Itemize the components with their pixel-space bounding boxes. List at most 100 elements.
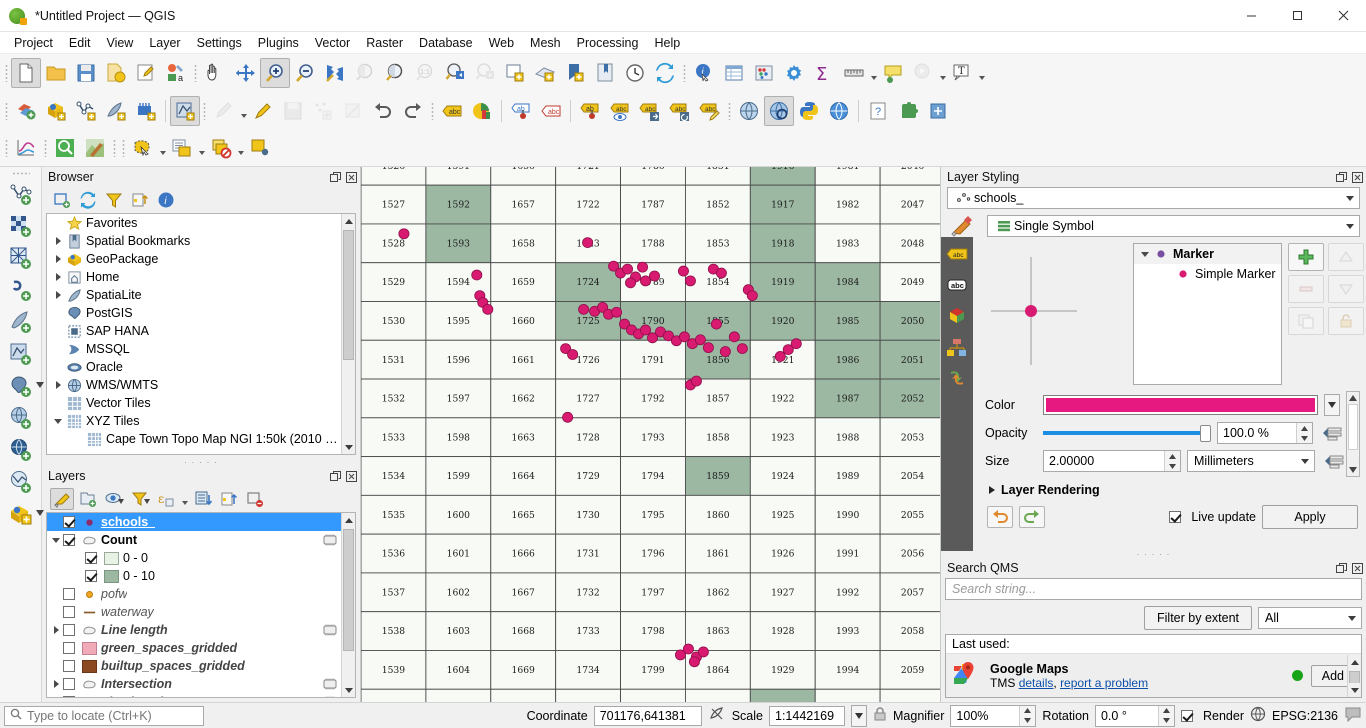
layer-visibility-checkbox[interactable] (63, 678, 75, 690)
measure-dropdown-caret[interactable] (869, 58, 878, 88)
rotation-spinbox[interactable]: 0.0 ° (1094, 704, 1175, 727)
layer-item-pofw[interactable]: pofw (47, 585, 341, 603)
scale-dropdown[interactable] (851, 704, 867, 727)
scroll-down-icon-2[interactable] (342, 683, 355, 697)
chevron-down-icon-2[interactable] (35, 505, 44, 519)
add-symbol-layer-icon[interactable] (1288, 243, 1324, 271)
menu-raster[interactable]: Raster (358, 34, 411, 52)
layer-item-line-length[interactable]: Line length (47, 621, 341, 639)
menu-edit[interactable]: Edit (61, 34, 99, 52)
add-delimited-text-layer-icon[interactable] (5, 274, 37, 306)
menu-vector[interactable]: Vector (307, 34, 358, 52)
statistical-summary-button[interactable]: Σ (809, 58, 839, 88)
live-update-box[interactable] (1169, 511, 1182, 523)
layer-item-count[interactable]: Count (47, 531, 341, 549)
zoom-to-layer-button[interactable] (380, 58, 410, 88)
save-project-button[interactable] (71, 58, 101, 88)
layer-visibility-checkbox[interactable] (63, 696, 75, 697)
size-unit-combo[interactable]: Millimeters (1187, 450, 1315, 472)
chevron-down-icon[interactable] (35, 377, 44, 391)
remove-symbol-layer-icon[interactable] (1288, 275, 1324, 303)
vertex-tool-button[interactable] (308, 96, 338, 126)
undock-icon-4[interactable] (1334, 561, 1348, 575)
text-annotation-button[interactable]: T (947, 58, 977, 88)
toolbar-grip-2[interactable] (191, 60, 200, 86)
lock-icon[interactable] (1328, 307, 1364, 335)
redo-button[interactable] (398, 96, 428, 126)
filter-by-extent-button[interactable]: Filter by extent (1144, 606, 1252, 630)
qms-scope-combo[interactable]: All (1258, 607, 1362, 629)
layer-visibility-checkbox[interactable] (63, 624, 75, 636)
select-by-value-button[interactable] (167, 133, 197, 163)
scroll-down-icon[interactable] (342, 440, 355, 454)
symbol-tree-row[interactable]: Simple Marker (1134, 264, 1281, 284)
select-location-button[interactable] (245, 133, 275, 163)
render-box[interactable] (1180, 709, 1193, 722)
properties-icon[interactable]: i (154, 189, 178, 211)
symbol-layer-tree[interactable]: Marker Simple Marker (1133, 243, 1282, 385)
toolbar-grip[interactable] (2, 60, 11, 86)
close-icon-2[interactable] (344, 469, 358, 483)
toolbar-grip-5[interactable] (200, 98, 209, 124)
layer-item-waterway[interactable]: waterway (47, 603, 341, 621)
undo-button[interactable] (368, 96, 398, 126)
add-spatialite-button[interactable] (101, 96, 131, 126)
layer-visibility-checkbox[interactable] (63, 660, 75, 672)
current-edits-button[interactable] (209, 96, 239, 126)
layer-selector-combo[interactable]: schools_ (947, 187, 1360, 209)
opacity-spinbox[interactable]: 100.0 % (1217, 422, 1313, 444)
collapse-all-icon[interactable] (128, 189, 152, 211)
masks-icon[interactable]: abc (944, 274, 970, 296)
add-spatialite-layer-icon[interactable] (5, 306, 37, 338)
new-3d-map-view-button[interactable] (530, 58, 560, 88)
manage-visibility-icon[interactable] (102, 488, 126, 510)
add-raster-layer-icon[interactable] (5, 210, 37, 242)
add-vector-layer-icon[interactable] (5, 178, 37, 210)
expand-toggle-icon[interactable] (49, 621, 63, 639)
filter-browser-icon[interactable] (102, 189, 126, 211)
close-icon-3[interactable] (1350, 170, 1364, 184)
browser-item-favorites[interactable]: Favorites (47, 214, 341, 232)
lock-scale-icon[interactable] (873, 706, 887, 725)
layer-item-0-10[interactable]: 0 - 10 (47, 567, 341, 585)
refresh-button[interactable] (650, 58, 680, 88)
edits-dropdown-caret[interactable] (239, 96, 248, 126)
label-button[interactable]: abc (437, 96, 467, 126)
new-project-button[interactable] (11, 58, 41, 88)
menu-view[interactable]: View (98, 34, 141, 52)
browser-item-wms-wmts[interactable]: WMS/WMTS (47, 376, 341, 394)
toolbar-grip-3[interactable] (680, 60, 689, 86)
layer-digitizing-icon[interactable] (323, 696, 341, 697)
new-map-view-button[interactable] (500, 58, 530, 88)
zoom-to-selection-button[interactable] (350, 58, 380, 88)
magnifier-spinbox[interactable]: 100% (950, 704, 1037, 727)
layers-tree[interactable]: schools_ Count 0 - 0 0 - 10 pofw waterway Line… (46, 512, 356, 698)
layer-visibility-checkbox[interactable] (85, 552, 97, 564)
toolbar-grip-9[interactable] (41, 135, 50, 161)
scroll-up-icon[interactable] (342, 214, 355, 228)
open-project-button[interactable] (41, 58, 71, 88)
vtoolbar-grip[interactable] (8, 169, 34, 178)
3d-view-icon[interactable] (944, 305, 970, 327)
coordinate-field[interactable]: 701176,641381 (593, 705, 702, 726)
pin-labels-button[interactable]: ab (506, 96, 536, 126)
layer-item-intersection[interactable]: Intersection (47, 675, 341, 693)
browser-item-spatialite[interactable]: SpatiaLite (47, 286, 341, 304)
browser-item-home[interactable]: Home (47, 268, 341, 286)
zoom-native-button[interactable]: 1:1 (410, 58, 440, 88)
options-button[interactable] (779, 58, 809, 88)
toolbar-grip-8[interactable] (2, 135, 11, 161)
symbol-tree-row[interactable]: Marker (1134, 244, 1281, 264)
opacity-slider[interactable] (1043, 423, 1211, 443)
move-label-button[interactable]: ab (575, 96, 605, 126)
layer-visibility-checkbox[interactable] (63, 534, 75, 546)
field-calculator-button[interactable] (749, 58, 779, 88)
remove-layer-icon[interactable] (243, 488, 267, 510)
qms-results-scrollbar[interactable] (1347, 655, 1361, 697)
chevron-down-icon-4[interactable] (1341, 216, 1359, 236)
menu-processing[interactable]: Processing (569, 34, 647, 52)
expression-filter-icon[interactable]: ε (154, 488, 178, 510)
expand-toggle-icon[interactable] (1138, 245, 1152, 263)
layer-rendering-section[interactable]: Layer Rendering (979, 475, 1366, 501)
refresh-icon[interactable] (76, 189, 100, 211)
